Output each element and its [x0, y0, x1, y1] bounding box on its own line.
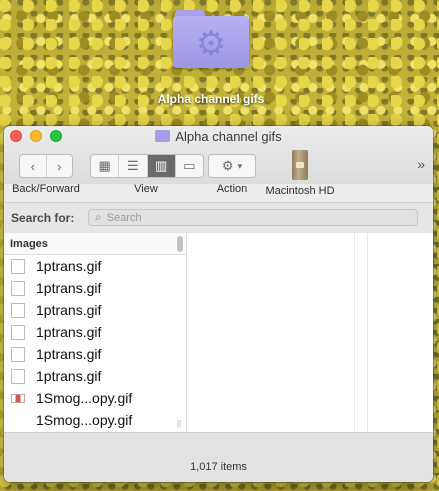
blank-file-icon — [11, 324, 25, 340]
chevron-down-icon: ▾ — [237, 160, 243, 171]
column-browser: Images 1ptrans.gif 1ptrans.gif 1ptrans.g… — [4, 233, 433, 433]
forward-button[interactable]: › — [47, 155, 73, 177]
toolbar-overflow-button[interactable]: » — [417, 156, 425, 172]
view-group: ▦ ☰ ▥ ▭ View — [90, 154, 204, 195]
column-view-button[interactable]: ▥ — [147, 155, 176, 177]
blank-file-icon — [11, 368, 25, 384]
blank-file-icon — [11, 302, 25, 318]
search-input[interactable]: ⌕ Search — [88, 209, 418, 226]
item-count: 1,017 items — [190, 461, 247, 473]
action-button[interactable]: ⚙ ▾ — [208, 154, 256, 178]
folder-icon[interactable]: ⚙ — [173, 6, 249, 68]
image-file-icon — [11, 393, 25, 403]
empty-column[interactable] — [354, 233, 368, 433]
action-label: Action — [216, 183, 248, 195]
macintosh-hd-label: Macintosh HD — [265, 185, 335, 197]
back-forward-group: ‹ › Back/Forward — [12, 154, 80, 195]
scrollbar-thumb[interactable] — [177, 236, 183, 252]
finder-window: Alpha channel gifs ‹ › Back/Forward ▦ ☰ … — [4, 126, 433, 482]
list-view-button[interactable]: ☰ — [119, 155, 148, 177]
back-forward-label: Back/Forward — [12, 183, 80, 195]
column-resize-handle[interactable]: || — [177, 419, 181, 428]
list-item[interactable]: 1Smog...opy.gif — [4, 409, 186, 431]
gear-icon: ⚙ — [195, 25, 227, 63]
chevron-left-icon: ‹ — [30, 158, 35, 174]
back-button[interactable]: ‹ — [20, 155, 47, 177]
hard-disk-icon — [292, 150, 308, 180]
gallery-view-button[interactable]: ▭ — [176, 155, 203, 177]
status-bar: 1,017 items — [4, 432, 433, 482]
blank-file-icon — [11, 346, 25, 362]
list-item[interactable]: 1ptrans.gif — [4, 321, 186, 343]
search-for-label: Search for: — [11, 211, 75, 225]
blank-file-icon — [11, 258, 25, 274]
gallery-icon: ▭ — [183, 158, 196, 173]
grid-icon: ▦ — [98, 158, 111, 173]
list-item[interactable]: 1ptrans.gif — [4, 343, 186, 365]
list-icon: ☰ — [127, 158, 139, 173]
folder-icon — [155, 130, 171, 142]
toolbar: ‹ › Back/Forward ▦ ☰ ▥ ▭ View ⚙ ▾ Action … — [4, 150, 433, 200]
search-bar: Search for: ⌕ Search — [4, 202, 433, 234]
list-item[interactable]: 1ptrans.gif — [4, 299, 186, 321]
desktop-folder[interactable]: ⚙ Alpha channel gifs — [140, 6, 282, 106]
columns-icon: ▥ — [154, 158, 168, 173]
images-column[interactable]: Images 1ptrans.gif 1ptrans.gif 1ptrans.g… — [4, 233, 187, 433]
list-item[interactable]: 1ptrans.gif — [4, 255, 186, 277]
search-icon: ⌕ — [95, 210, 102, 224]
macintosh-hd-item[interactable]: Macintosh HD — [261, 150, 339, 197]
search-placeholder: Search — [106, 211, 142, 224]
empty-column[interactable] — [186, 233, 355, 433]
blank-file-icon — [11, 280, 25, 296]
list-item[interactable]: 1Smog...opy.gif — [4, 387, 186, 409]
desktop-folder-label: Alpha channel gifs — [157, 92, 265, 106]
action-group: ⚙ ▾ Action — [208, 154, 256, 195]
chevron-right-icon: › — [57, 158, 62, 174]
list-item[interactable]: 1ptrans.gif — [4, 277, 186, 299]
gear-icon: ⚙ — [221, 158, 234, 173]
window-title: Alpha channel gifs — [4, 129, 433, 144]
view-label: View — [134, 183, 158, 195]
list-item[interactable]: 1ptrans.gif — [4, 365, 186, 387]
icon-view-button[interactable]: ▦ — [91, 155, 120, 177]
column-header: Images — [4, 233, 186, 255]
